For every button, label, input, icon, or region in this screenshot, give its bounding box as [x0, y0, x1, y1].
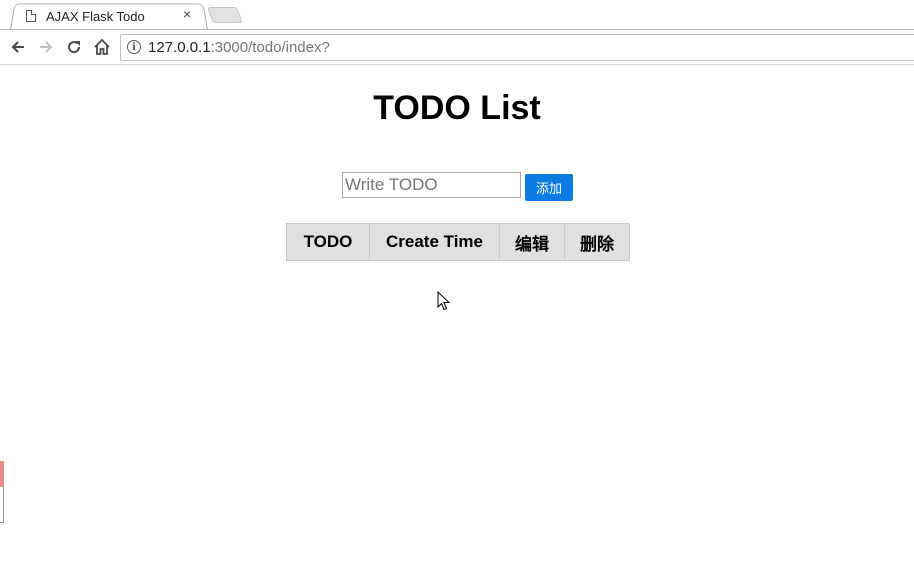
- back-button[interactable]: [8, 37, 28, 57]
- forward-button[interactable]: [36, 37, 56, 57]
- add-todo-button[interactable]: 添加: [525, 174, 573, 201]
- reload-icon: [68, 41, 81, 54]
- side-widget-header: [0, 461, 4, 487]
- header-create-time: Create Time: [369, 223, 500, 261]
- tab-close-icon[interactable]: ×: [183, 7, 191, 21]
- mouse-cursor-icon: [437, 291, 451, 311]
- tab-title: AJAX Flask Todo: [46, 8, 145, 24]
- url-path: :3000/todo/index?: [210, 39, 330, 56]
- browser-toolbar: i 127.0.0.1:3000/todo/index?: [0, 30, 914, 65]
- browser-tabstrip: AJAX Flask Todo ×: [0, 0, 914, 30]
- home-button[interactable]: [92, 37, 112, 57]
- reload-button[interactable]: [64, 37, 84, 57]
- header-edit: 编辑: [499, 223, 565, 261]
- info-icon[interactable]: i: [127, 40, 141, 54]
- arrow-right-icon: [40, 41, 53, 53]
- url-host: 127.0.0.1: [148, 39, 211, 56]
- page-icon: [26, 10, 36, 22]
- table-header-row: TODO Create Time 编辑 删除: [286, 223, 630, 261]
- header-todo: TODO: [286, 223, 370, 261]
- tab-active[interactable]: AJAX Flask Todo: [22, 5, 202, 27]
- home-icon: [94, 38, 110, 55]
- url-text[interactable]: 127.0.0.1:3000/todo/index?: [148, 38, 330, 57]
- todo-input[interactable]: [342, 172, 521, 198]
- todo-table: TODO Create Time 编辑 删除: [286, 223, 630, 261]
- page-title: TODO List: [373, 89, 541, 127]
- new-tab-button[interactable]: [207, 7, 243, 23]
- address-bar[interactable]: i 127.0.0.1:3000/todo/index?: [120, 34, 914, 61]
- arrow-left-icon: [11, 41, 24, 53]
- header-delete: 删除: [564, 223, 630, 261]
